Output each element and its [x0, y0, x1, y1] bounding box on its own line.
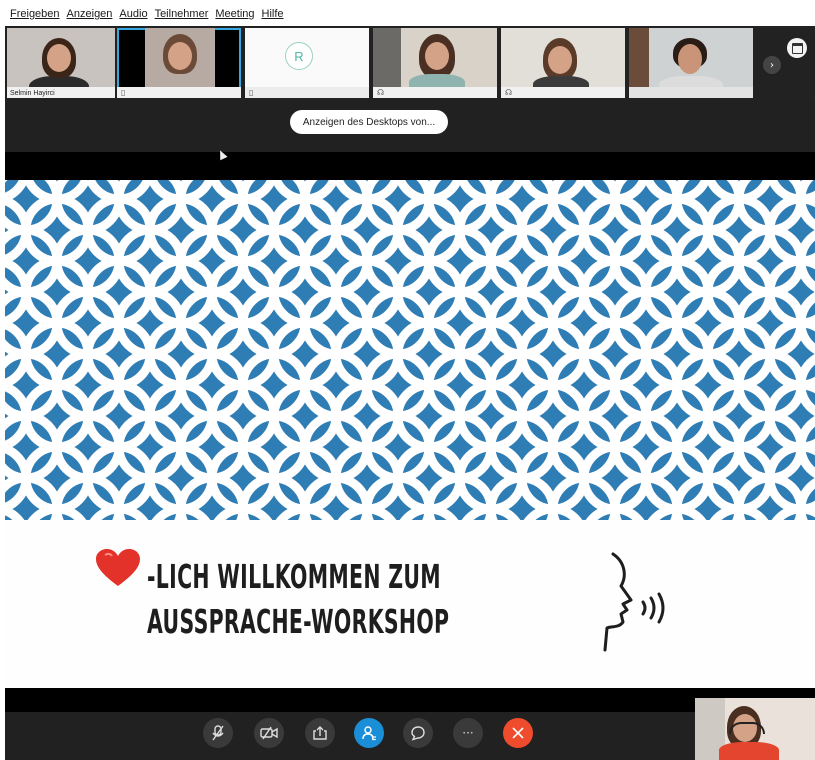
participant-tile[interactable]: ☊ [373, 28, 497, 98]
participant-tile[interactable]: R ▯ [245, 28, 369, 98]
participants-icon [362, 726, 376, 741]
headset-icon: ☊ [377, 88, 385, 97]
more-icon: ··· [462, 726, 474, 740]
more-button[interactable]: ··· [453, 718, 483, 748]
menu-freigeben[interactable]: Freigeben [10, 8, 60, 20]
menu-audio[interactable]: Audio [119, 8, 147, 20]
menu-bar: Freigeben Anzeigen Audio Teilnehmer Meet… [0, 0, 815, 26]
slide-title-line-1: -LICH WILLKOMMEN ZUM [147, 557, 441, 596]
participant-tile[interactable]: Selmin Hayirci [7, 28, 115, 98]
slide-title-line-2: AUSSPRACHE-WORKSHOP [147, 602, 450, 641]
avatar: R [285, 42, 313, 70]
share-button[interactable] [305, 718, 335, 748]
next-participants-button[interactable]: › [763, 56, 781, 74]
chevron-right-icon: › [770, 59, 774, 71]
device-icon: ▯ [121, 88, 126, 97]
self-view-video[interactable] [695, 698, 815, 760]
device-icon: ▯ [249, 88, 254, 97]
slide-title-area: -LICH WILLKOMMEN ZUM AUSSPRACHE-WORKSHOP [5, 520, 815, 688]
show-desktop-button[interactable]: Anzeigen des Desktops von... [290, 110, 448, 134]
close-icon [512, 727, 524, 739]
headset-icon [729, 722, 765, 734]
leave-button[interactable] [503, 718, 533, 748]
video-off-icon [260, 726, 278, 740]
heart-icon [96, 549, 140, 586]
slide-pattern [5, 180, 815, 520]
mute-button[interactable] [203, 718, 233, 748]
menu-anzeigen[interactable]: Anzeigen [67, 8, 113, 20]
menu-hilfe[interactable]: Hilfe [262, 8, 284, 20]
layout-button[interactable] [787, 38, 807, 58]
participants-button[interactable] [354, 718, 384, 748]
chat-icon [411, 726, 425, 741]
video-button[interactable] [254, 718, 284, 748]
menu-teilnehmer[interactable]: Teilnehmer [155, 8, 209, 20]
participant-name: Selmin Hayirci [10, 90, 55, 97]
menu-meeting[interactable]: Meeting [215, 8, 254, 20]
share-icon [313, 726, 327, 740]
headset-icon: ☊ [505, 88, 513, 97]
muted-microphone-icon [212, 725, 224, 741]
participant-tile[interactable]: ☊ [501, 28, 625, 98]
participant-tile[interactable]: ▯ [117, 28, 241, 98]
participant-strip: Selmin Hayirci ▯ R ▯ ☊ ☊ [5, 26, 815, 100]
speaking-head-icon [603, 552, 665, 652]
participant-tile[interactable] [629, 28, 753, 98]
chat-button[interactable] [403, 718, 433, 748]
window-icon [791, 42, 803, 54]
